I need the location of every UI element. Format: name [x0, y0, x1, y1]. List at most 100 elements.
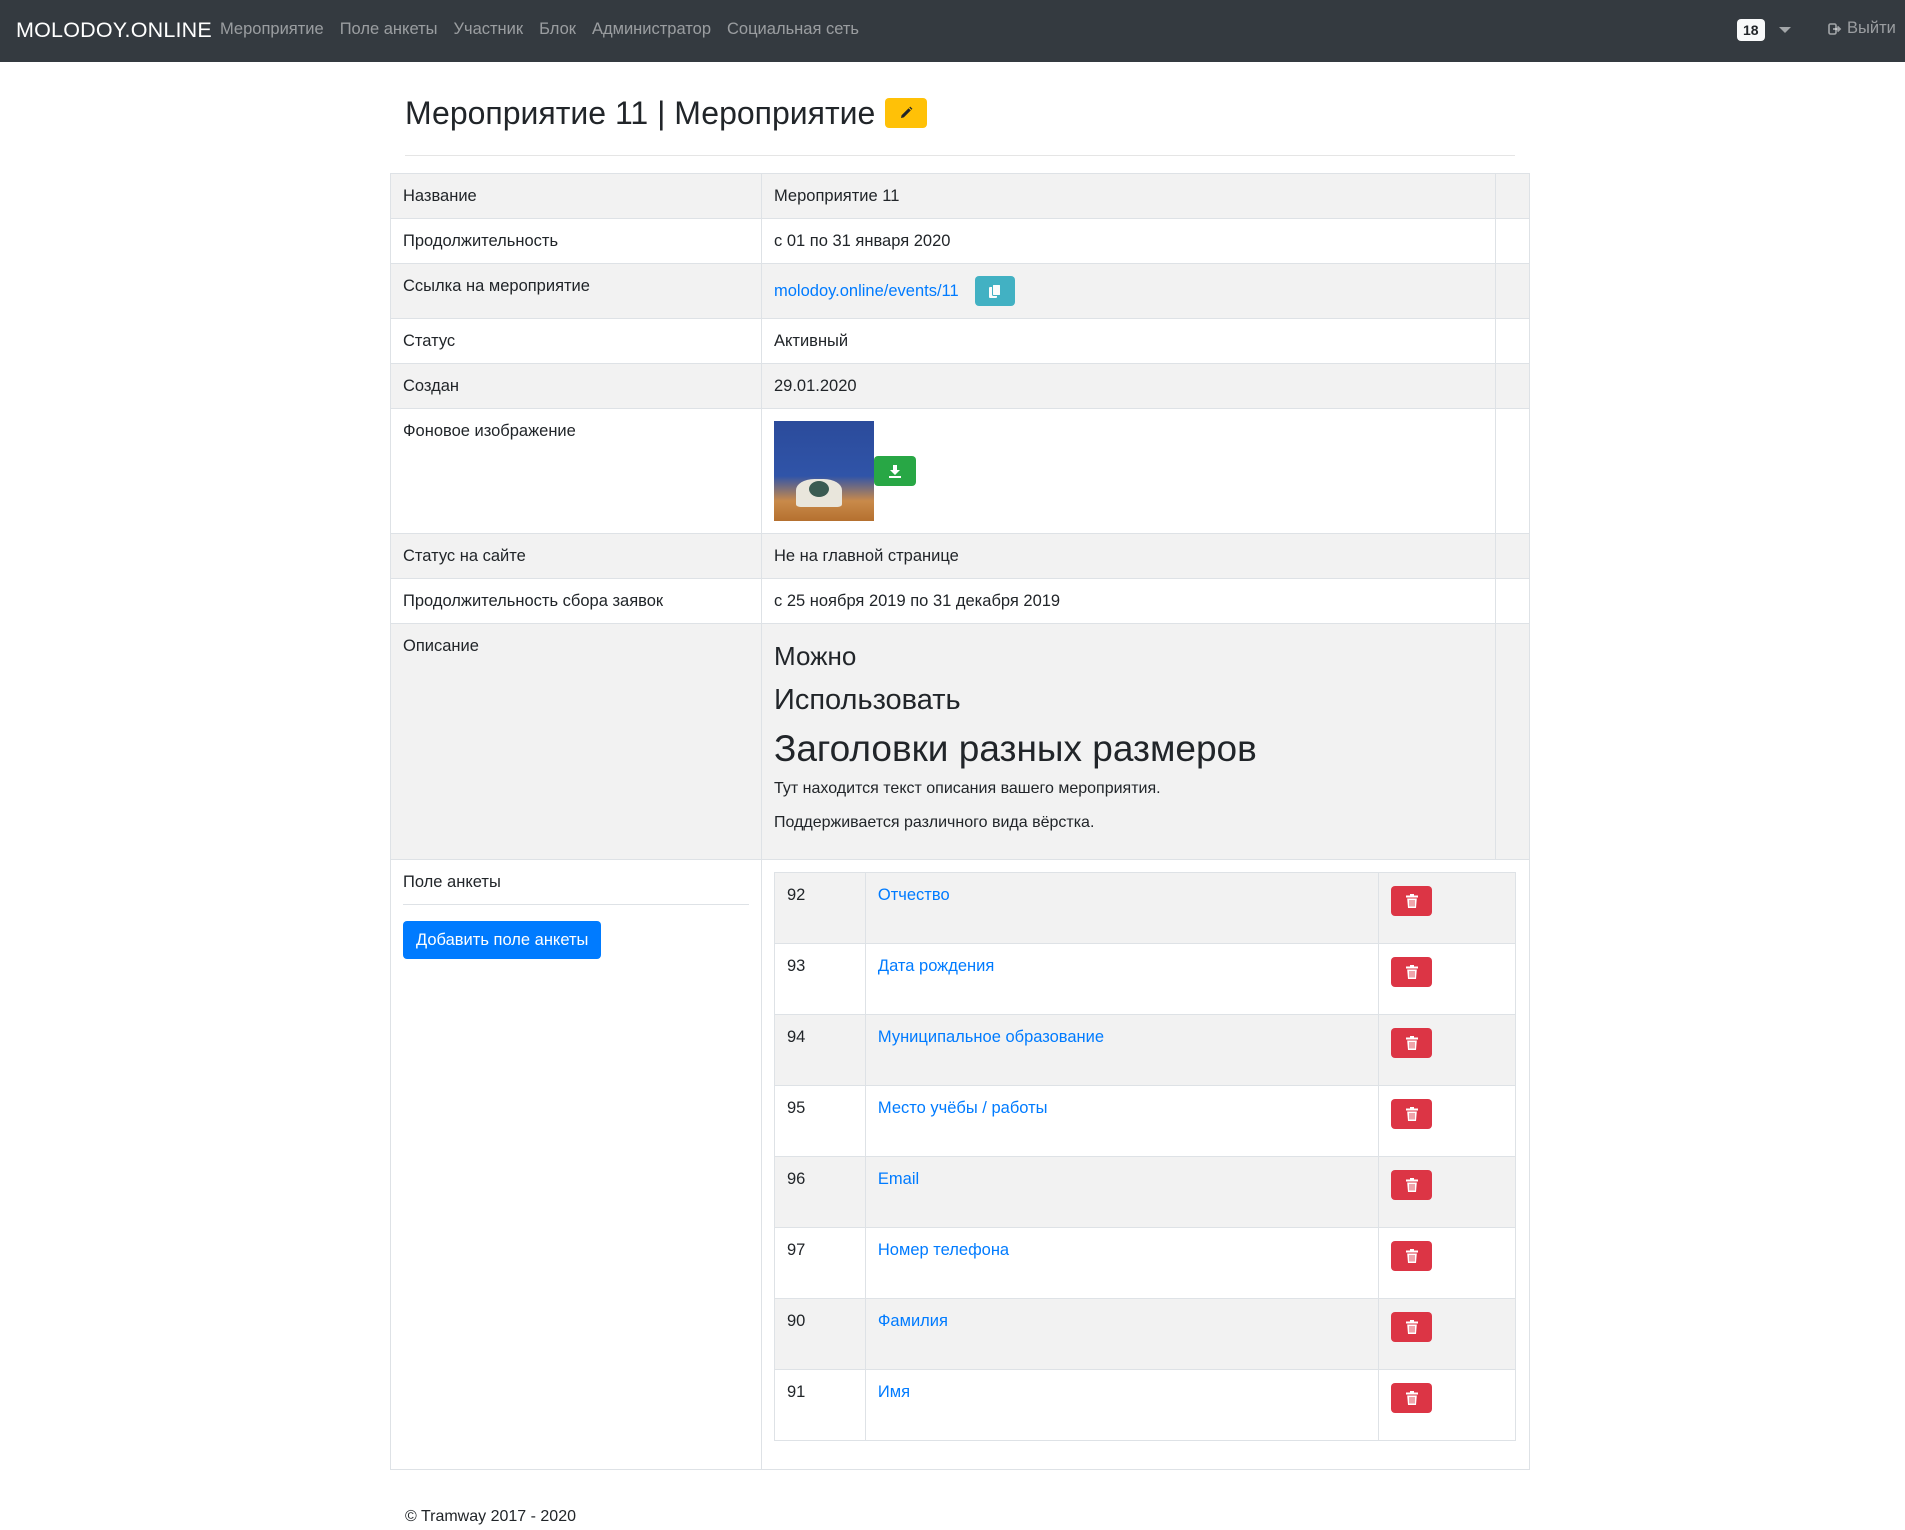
table-row: 93 Дата рождения	[774, 943, 1516, 1015]
table-row: Фоновое изображение	[390, 408, 1531, 534]
field-name-link[interactable]: Номер телефона	[878, 1241, 1009, 1259]
delete-field-button[interactable]	[1391, 1028, 1433, 1058]
nav-links: Мероприятие Поле анкеты Участник Блок Ад…	[220, 20, 875, 39]
field-name-link[interactable]: Дата рождения	[878, 957, 994, 975]
field-name-link[interactable]: Муниципальное образование	[878, 1028, 1104, 1046]
event-link[interactable]: molodoy.online/events/11	[774, 282, 959, 300]
field-name-link[interactable]: Фамилия	[878, 1312, 948, 1330]
form-fields-label: Поле анкеты	[403, 872, 749, 905]
row-value: с 01 по 31 января 2020	[761, 218, 1496, 264]
form-fields-sidebar: Поле анкеты Добавить поле анкеты	[390, 859, 762, 1470]
top-navbar: MOLODOY.ONLINE Мероприятие Поле анкеты У…	[0, 0, 1905, 62]
sign-out-icon	[1828, 22, 1842, 35]
nav-link-events[interactable]: Мероприятие	[220, 20, 324, 39]
trash-icon	[1405, 1178, 1418, 1192]
table-row: Описание Можно Использовать Заголовки ра…	[390, 623, 1531, 860]
row-label: Создан	[390, 363, 762, 409]
nav-link-participants[interactable]: Участник	[454, 20, 524, 39]
table-row: Поле анкеты Добавить поле анкеты 92 Отче…	[390, 859, 1530, 1470]
download-icon	[889, 465, 901, 478]
table-row: 91 Имя	[774, 1369, 1516, 1441]
copy-link-button[interactable]	[975, 276, 1016, 306]
table-row: 90 Фамилия	[774, 1298, 1516, 1370]
form-fields-table: 92 Отчество 93 Дата рождения 94 Муниципа…	[774, 872, 1516, 1441]
page-title-text: Мероприятие 11 | Мероприятие	[405, 95, 876, 131]
table-row: Название Мероприятие 11	[390, 173, 1531, 219]
chevron-down-icon	[1778, 27, 1791, 33]
row-value: с 25 ноября 2019 по 31 декабря 2019	[761, 578, 1496, 624]
background-image-thumbnail[interactable]	[774, 421, 874, 521]
add-form-field-button[interactable]: Добавить поле анкеты	[403, 921, 602, 959]
description-heading-medium: Использовать	[774, 684, 961, 716]
delete-field-button[interactable]	[1391, 1099, 1433, 1129]
field-id: 95	[774, 1085, 866, 1157]
trash-icon	[1405, 1391, 1418, 1405]
nav-link-form-fields[interactable]: Поле анкеты	[340, 20, 438, 39]
field-name-link[interactable]: Email	[878, 1170, 919, 1188]
table-row: Создан 29.01.2020	[390, 363, 1531, 409]
nav-link-social[interactable]: Социальная сеть	[727, 20, 859, 39]
field-name-link[interactable]: Место учёбы / работы	[878, 1099, 1048, 1117]
description-heading-large: Заголовки разных размеров	[774, 728, 1257, 769]
description-paragraph: Тут находится текст описания вашего меро…	[774, 780, 1161, 797]
table-row: 94 Муниципальное образование	[774, 1014, 1516, 1086]
field-id: 94	[774, 1014, 866, 1086]
nav-link-admin[interactable]: Администратор	[592, 20, 711, 39]
delete-field-button[interactable]	[1391, 1312, 1433, 1342]
field-id: 90	[774, 1298, 866, 1370]
delete-field-button[interactable]	[1391, 886, 1433, 916]
page-title: Мероприятие 11 | Мероприятие	[405, 93, 928, 133]
delete-field-button[interactable]	[1391, 1241, 1433, 1271]
trash-icon	[1405, 1320, 1418, 1334]
table-row: Продолжительность с 01 по 31 января 2020	[390, 218, 1531, 264]
title-divider	[405, 155, 1515, 156]
trash-icon	[1405, 1249, 1418, 1263]
field-id: 93	[774, 943, 866, 1015]
footer-copyright: © Tramway 2017 - 2020	[405, 1508, 576, 1525]
field-id: 96	[774, 1156, 866, 1228]
row-label: Название	[390, 173, 762, 219]
pencil-icon	[901, 106, 913, 118]
description-heading-small: Можно	[774, 641, 857, 671]
row-label: Описание	[390, 623, 762, 860]
row-value: Мероприятие 11	[761, 173, 1496, 219]
row-label: Статус	[390, 318, 762, 364]
delete-field-button[interactable]	[1391, 1170, 1433, 1200]
delete-field-button[interactable]	[1391, 1383, 1433, 1413]
table-row: 97 Номер телефона	[774, 1227, 1516, 1299]
field-name-link[interactable]: Имя	[878, 1383, 910, 1401]
edit-button[interactable]	[885, 98, 928, 128]
field-name-link[interactable]: Отчество	[878, 886, 950, 904]
brand-logo[interactable]: MOLODOY.ONLINE	[16, 18, 212, 43]
table-row: Продолжительность сбора заявок с 25 нояб…	[390, 578, 1531, 624]
field-id: 92	[774, 872, 866, 944]
delete-field-button[interactable]	[1391, 957, 1433, 987]
table-row: 95 Место учёбы / работы	[774, 1085, 1516, 1157]
download-image-button[interactable]	[874, 456, 916, 486]
table-row: Статус Активный	[390, 318, 1531, 364]
row-label: Фоновое изображение	[390, 408, 762, 534]
trash-icon	[1405, 894, 1418, 908]
user-badge: 18	[1737, 19, 1765, 41]
description-content: Можно Использовать Заголовки разных разм…	[761, 623, 1496, 860]
nav-link-blocks[interactable]: Блок	[539, 20, 576, 39]
copy-icon	[989, 283, 1002, 298]
row-value: 29.01.2020	[761, 363, 1496, 409]
trash-icon	[1405, 965, 1418, 979]
row-label: Статус на сайте	[390, 533, 762, 579]
row-label: Ссылка на мероприятие	[390, 263, 762, 319]
row-label: Продолжительность	[390, 218, 762, 264]
logout-link[interactable]: Выйти	[1828, 19, 1896, 38]
table-row: 92 Отчество	[774, 872, 1516, 944]
event-details-table: Название Мероприятие 11 Продолжительност…	[390, 173, 1531, 1470]
table-row: Статус на сайте Не на главной странице	[390, 533, 1531, 579]
field-id: 91	[774, 1369, 866, 1441]
row-label: Продолжительность сбора заявок	[390, 578, 762, 624]
trash-icon	[1405, 1036, 1418, 1050]
user-dropdown[interactable]: 18	[1737, 19, 1791, 41]
description-paragraph: Поддерживается различного вида вёрстка.	[774, 814, 1095, 831]
row-value: Активный	[761, 318, 1496, 364]
table-row: 96 Email	[774, 1156, 1516, 1228]
trash-icon	[1405, 1107, 1418, 1121]
field-id: 97	[774, 1227, 866, 1299]
